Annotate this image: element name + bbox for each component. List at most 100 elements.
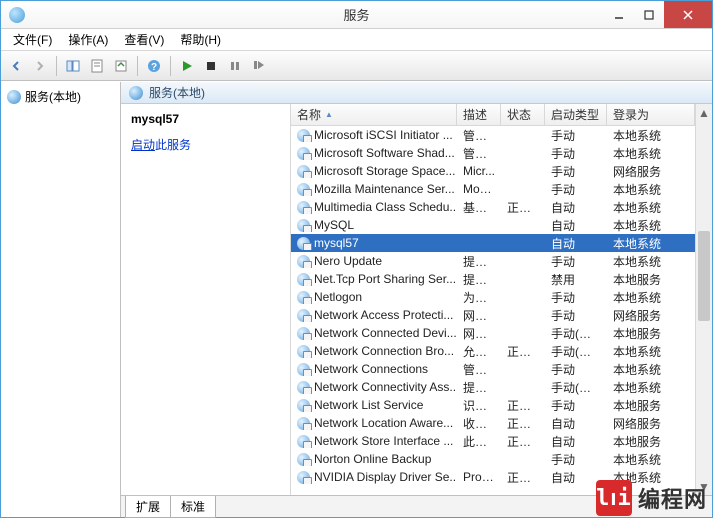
service-icon	[297, 399, 310, 412]
service-icon	[297, 453, 310, 466]
cell-startup: 自动	[545, 235, 607, 252]
service-icon	[297, 417, 310, 430]
help-button[interactable]: ?	[143, 55, 165, 77]
table-row[interactable]: mysql57 自动本地系统	[291, 234, 695, 252]
menubar: 文件(F) 操作(A) 查看(V) 帮助(H)	[1, 29, 712, 51]
table-row[interactable]: MySQL自动本地系统	[291, 216, 695, 234]
col-name[interactable]: 名称 ▲	[291, 104, 457, 125]
list-rows[interactable]: Microsoft iSCSI Initiator ...管理...手动本地系统…	[291, 126, 695, 495]
start-service-link[interactable]: 启动	[131, 138, 155, 152]
menu-view[interactable]: 查看(V)	[118, 29, 170, 50]
service-icon	[297, 219, 310, 232]
cell-name: Network Location Aware...	[314, 416, 453, 430]
table-row[interactable]: Norton Online Backup手动本地系统	[291, 450, 695, 468]
col-status[interactable]: 状态	[501, 104, 545, 125]
table-row[interactable]: Microsoft iSCSI Initiator ...管理...手动本地系统	[291, 126, 695, 144]
cell-logon: 本地系统	[607, 361, 695, 378]
cell-desc: Moz...	[457, 182, 501, 196]
minimize-button[interactable]	[604, 1, 634, 28]
menu-action[interactable]: 操作(A)	[62, 29, 114, 50]
back-button[interactable]	[5, 55, 27, 77]
panel-columns: mysql57 启动此服务 名称 ▲ 描述 状态 启动类型 登录为	[121, 104, 712, 495]
services-window: 服务 文件(F) 操作(A) 查看(V) 帮助(H) ? 服务(本地)	[0, 0, 713, 518]
restart-service-button[interactable]	[248, 55, 270, 77]
app-icon	[9, 7, 25, 23]
table-row[interactable]: Network Access Protecti...网络...手动网络服务	[291, 306, 695, 324]
service-icon	[297, 129, 310, 142]
pause-service-button[interactable]	[224, 55, 246, 77]
service-icon	[297, 435, 310, 448]
cell-status: 正在...	[501, 433, 545, 450]
table-row[interactable]: NVIDIA Display Driver Se...Prov...正在...自…	[291, 468, 695, 486]
cell-logon: 本地系统	[607, 235, 695, 252]
cell-startup: 手动	[545, 127, 607, 144]
tab-standard[interactable]: 标准	[170, 496, 216, 518]
start-service-button[interactable]	[176, 55, 198, 77]
maximize-button[interactable]	[634, 1, 664, 28]
table-row[interactable]: Netlogon为用...手动本地系统	[291, 288, 695, 306]
cell-logon: 本地服务	[607, 397, 695, 414]
table-row[interactable]: Microsoft Software Shad...管理...手动本地系统	[291, 144, 695, 162]
table-row[interactable]: Network Connection Bro...允许 ...正在...手动(触…	[291, 342, 695, 360]
service-icon	[297, 255, 310, 268]
cell-name: Network Connected Devi...	[314, 326, 457, 340]
table-row[interactable]: Network Connected Devi...网络...手动(触发...本地…	[291, 324, 695, 342]
col-desc[interactable]: 描述	[457, 104, 501, 125]
cell-name: Network Connectivity Ass...	[314, 380, 457, 394]
cell-logon: 本地系统	[607, 451, 695, 468]
table-row[interactable]: Nero Update提供...手动本地系统	[291, 252, 695, 270]
table-row[interactable]: Multimedia Class Schedu...基于 ...正在...自动本…	[291, 198, 695, 216]
cell-desc: 允许 ...	[457, 343, 501, 360]
menu-file[interactable]: 文件(F)	[7, 29, 58, 50]
tab-extended[interactable]: 扩展	[125, 496, 171, 518]
cell-logon: 本地系统	[607, 343, 695, 360]
close-button[interactable]	[664, 1, 712, 28]
service-icon	[297, 471, 310, 484]
scroll-track[interactable]	[696, 121, 712, 478]
table-row[interactable]: Microsoft Storage Space...Micr...手动网络服务	[291, 162, 695, 180]
detail-column: mysql57 启动此服务	[121, 104, 291, 495]
forward-button[interactable]	[29, 55, 51, 77]
properties-button[interactable]	[86, 55, 108, 77]
vertical-scrollbar[interactable]: ▲ ▼	[695, 104, 712, 495]
scroll-thumb[interactable]	[698, 231, 710, 321]
cell-name: Nero Update	[314, 254, 382, 268]
table-row[interactable]: Mozilla Maintenance Ser...Moz...手动本地系统	[291, 180, 695, 198]
scroll-down-button[interactable]: ▼	[696, 478, 712, 495]
table-row[interactable]: Network Connections管理...手动本地系统	[291, 360, 695, 378]
sort-asc-icon: ▲	[325, 110, 333, 119]
table-row[interactable]: Network Store Interface ...此服...正在...自动本…	[291, 432, 695, 450]
list-header: 名称 ▲ 描述 状态 启动类型 登录为	[291, 104, 695, 126]
show-hide-tree-button[interactable]	[62, 55, 84, 77]
col-startup[interactable]: 启动类型	[545, 104, 607, 125]
cell-logon: 网络服务	[607, 307, 695, 324]
table-row[interactable]: Network Location Aware...收集...正在...自动网络服…	[291, 414, 695, 432]
table-row[interactable]: Network List Service识别...正在...手动本地服务	[291, 396, 695, 414]
cell-logon: 本地服务	[607, 271, 695, 288]
tree-pane: 服务(本地)	[1, 82, 121, 517]
stop-service-button[interactable]	[200, 55, 222, 77]
cell-name: Mozilla Maintenance Ser...	[314, 182, 455, 196]
cell-desc: 管理...	[457, 145, 501, 162]
col-name-label: 名称	[297, 106, 321, 123]
service-icon	[297, 183, 310, 196]
cell-logon: 本地系统	[607, 217, 695, 234]
export-button[interactable]	[110, 55, 132, 77]
service-icon	[297, 147, 310, 160]
cell-desc: 提供 ...	[457, 379, 501, 396]
menu-help[interactable]: 帮助(H)	[174, 29, 227, 50]
col-startup-label: 启动类型	[551, 106, 599, 123]
table-row[interactable]: Net.Tcp Port Sharing Ser...提供...禁用本地服务	[291, 270, 695, 288]
tree-root-item[interactable]: 服务(本地)	[3, 86, 118, 107]
cell-logon: 本地系统	[607, 469, 695, 486]
scroll-up-button[interactable]: ▲	[696, 104, 712, 121]
start-service-suffix: 此服务	[155, 138, 191, 152]
cell-name: Net.Tcp Port Sharing Ser...	[314, 272, 456, 286]
cell-name: mysql57	[314, 236, 359, 250]
col-logon[interactable]: 登录为	[607, 104, 695, 125]
toolbar-separator	[137, 56, 138, 76]
cell-logon: 本地系统	[607, 127, 695, 144]
table-row[interactable]: Network Connectivity Ass...提供 ...手动(触发..…	[291, 378, 695, 396]
cell-desc: Micr...	[457, 164, 501, 178]
titlebar: 服务	[1, 1, 712, 29]
